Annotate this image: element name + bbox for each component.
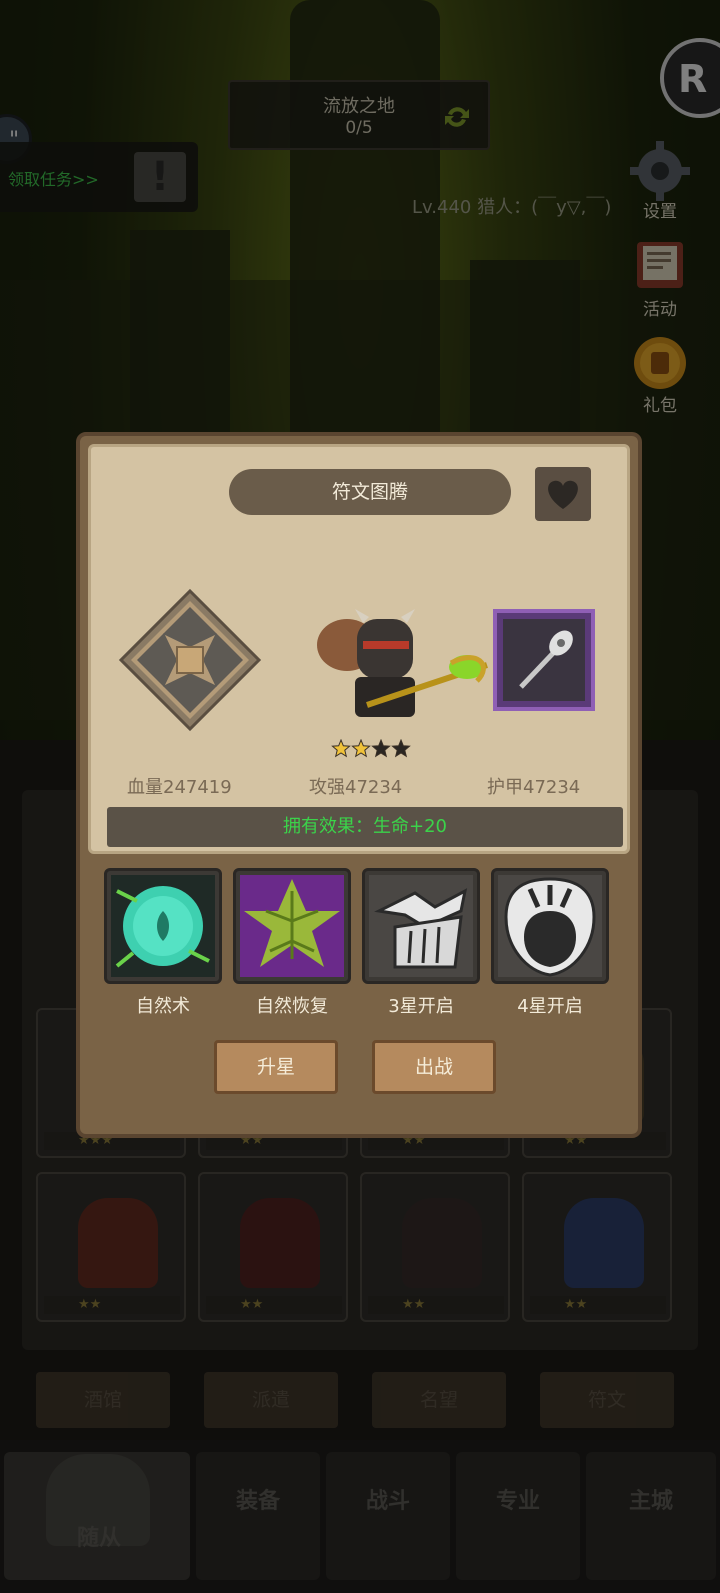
skill-nature-magic[interactable]: 自然术 [104, 868, 222, 1018]
skill-label: 3星开启 [388, 996, 454, 1017]
skill-label: 4星开启 [517, 996, 583, 1017]
rune-totem-slot-icon[interactable] [115, 585, 265, 735]
star-empty-icon [371, 739, 391, 758]
hero-sprite-icon [317, 609, 488, 717]
stat-attack: 攻强47234 [309, 777, 403, 798]
stat-hp: 血量247419 [127, 777, 232, 798]
skill-label: 自然术 [136, 996, 190, 1017]
weapon-slot[interactable] [493, 609, 595, 711]
deploy-button[interactable]: 出战 [372, 1040, 496, 1094]
skill-locked-4-star[interactable]: 4星开启 [491, 868, 609, 1018]
hero-info-panel: 符文图腾 血量247419 攻强47234 护甲47234 拥有效果：生命+20 [88, 444, 630, 854]
heart-icon [548, 480, 578, 509]
skill-locked-3-star[interactable]: 3星开启 [362, 868, 480, 1018]
popup-title: 符文图腾 [229, 469, 511, 515]
favorite-button[interactable] [535, 467, 591, 521]
skill-nature-recovery[interactable]: 自然恢复 [233, 868, 351, 1018]
stat-armor: 护甲47234 [487, 777, 581, 798]
hero-detail-popup: 符文图腾 血量247419 攻强47234 护甲47234 拥有效果：生命+20… [76, 432, 642, 1138]
skill-label: 自然恢复 [256, 996, 328, 1017]
upgrade-star-button[interactable]: 升星 [214, 1040, 338, 1094]
star-filled-icon [331, 739, 351, 758]
star-rating [331, 739, 411, 758]
owned-effect: 拥有效果：生命+20 [107, 807, 623, 847]
nature-orb-icon [111, 875, 215, 977]
staff-icon [519, 630, 573, 689]
star-filled-icon [351, 739, 371, 758]
shield-skill-icon [498, 875, 602, 977]
locked-skill-icon [369, 875, 473, 977]
leaf-icon [240, 875, 344, 977]
star-empty-icon [391, 739, 411, 758]
